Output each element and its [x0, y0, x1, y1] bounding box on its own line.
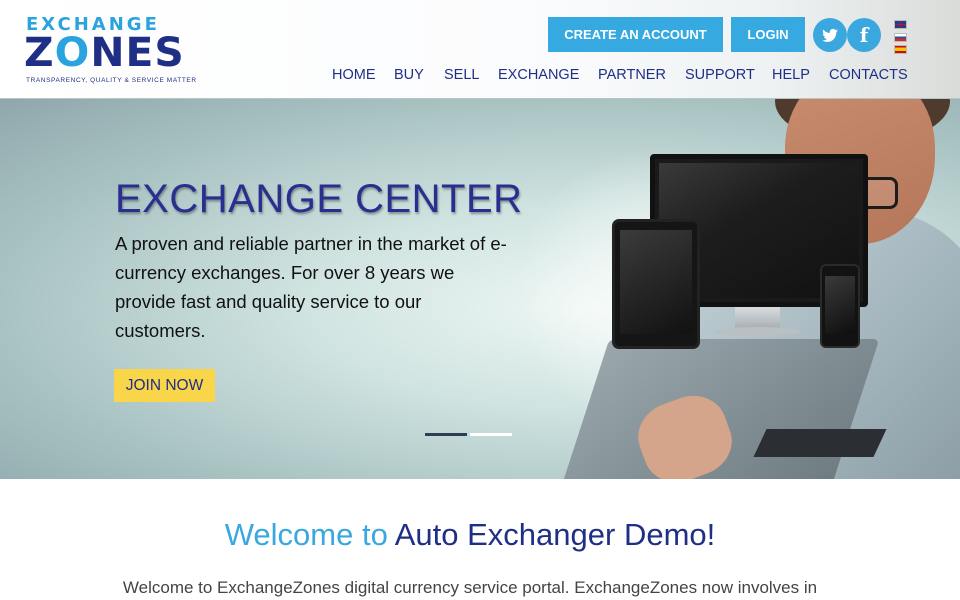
nav-contacts[interactable]: CONTACTS: [829, 67, 908, 83]
hero-tablet: [612, 219, 700, 349]
nav-exchange[interactable]: EXCHANGE: [498, 67, 579, 83]
nav-home[interactable]: HOME: [332, 67, 376, 83]
flag-russian-icon[interactable]: [894, 33, 907, 42]
slider-dot-1[interactable]: [425, 433, 467, 436]
nav-buy[interactable]: BUY: [394, 67, 424, 83]
hero-slider: EXCHANGE CENTER A proven and reliable pa…: [0, 99, 960, 479]
welcome-title-site: Auto Exchanger Demo!: [394, 517, 716, 552]
logo[interactable]: EXCHANGE ZONES TRANSPARENCY, QUALITY & S…: [24, 14, 196, 90]
nav-sell[interactable]: SELL: [444, 67, 479, 83]
facebook-icon[interactable]: f: [847, 18, 881, 52]
twitter-icon[interactable]: [813, 18, 847, 52]
flag-english-icon[interactable]: [894, 20, 907, 29]
welcome-title-prefix: Welcome to: [224, 517, 388, 552]
create-account-button[interactable]: CREATE AN ACCOUNT: [548, 17, 723, 52]
site-header: EXCHANGE ZONES TRANSPARENCY, QUALITY & S…: [0, 0, 960, 99]
hero-laptop-keyboard: [753, 429, 887, 457]
welcome-text: Welcome to ExchangeZones digital currenc…: [122, 578, 818, 597]
flag-spanish-icon[interactable]: [894, 45, 907, 54]
hero-phone: [820, 264, 860, 348]
join-now-button[interactable]: JOIN NOW: [114, 369, 215, 402]
logo-wordmark-main: ZONES: [24, 30, 185, 76]
nav-partner[interactable]: PARTNER: [598, 67, 666, 83]
welcome-title: Welcome to Auto Exchanger Demo!: [0, 517, 940, 553]
nav-support[interactable]: SUPPORT: [685, 67, 755, 83]
hero-description: A proven and reliable partner in the mar…: [115, 233, 507, 341]
hero-monitor-stand: [735, 307, 780, 329]
login-button[interactable]: LOGIN: [731, 17, 805, 52]
hero-monitor-base: [715, 327, 800, 336]
hero-title: EXCHANGE CENTER: [115, 177, 523, 221]
slider-dot-2[interactable]: [470, 433, 512, 436]
nav-help[interactable]: HELP: [772, 67, 810, 83]
logo-tagline: TRANSPARENCY, QUALITY & SERVICE MATTER: [26, 77, 197, 84]
